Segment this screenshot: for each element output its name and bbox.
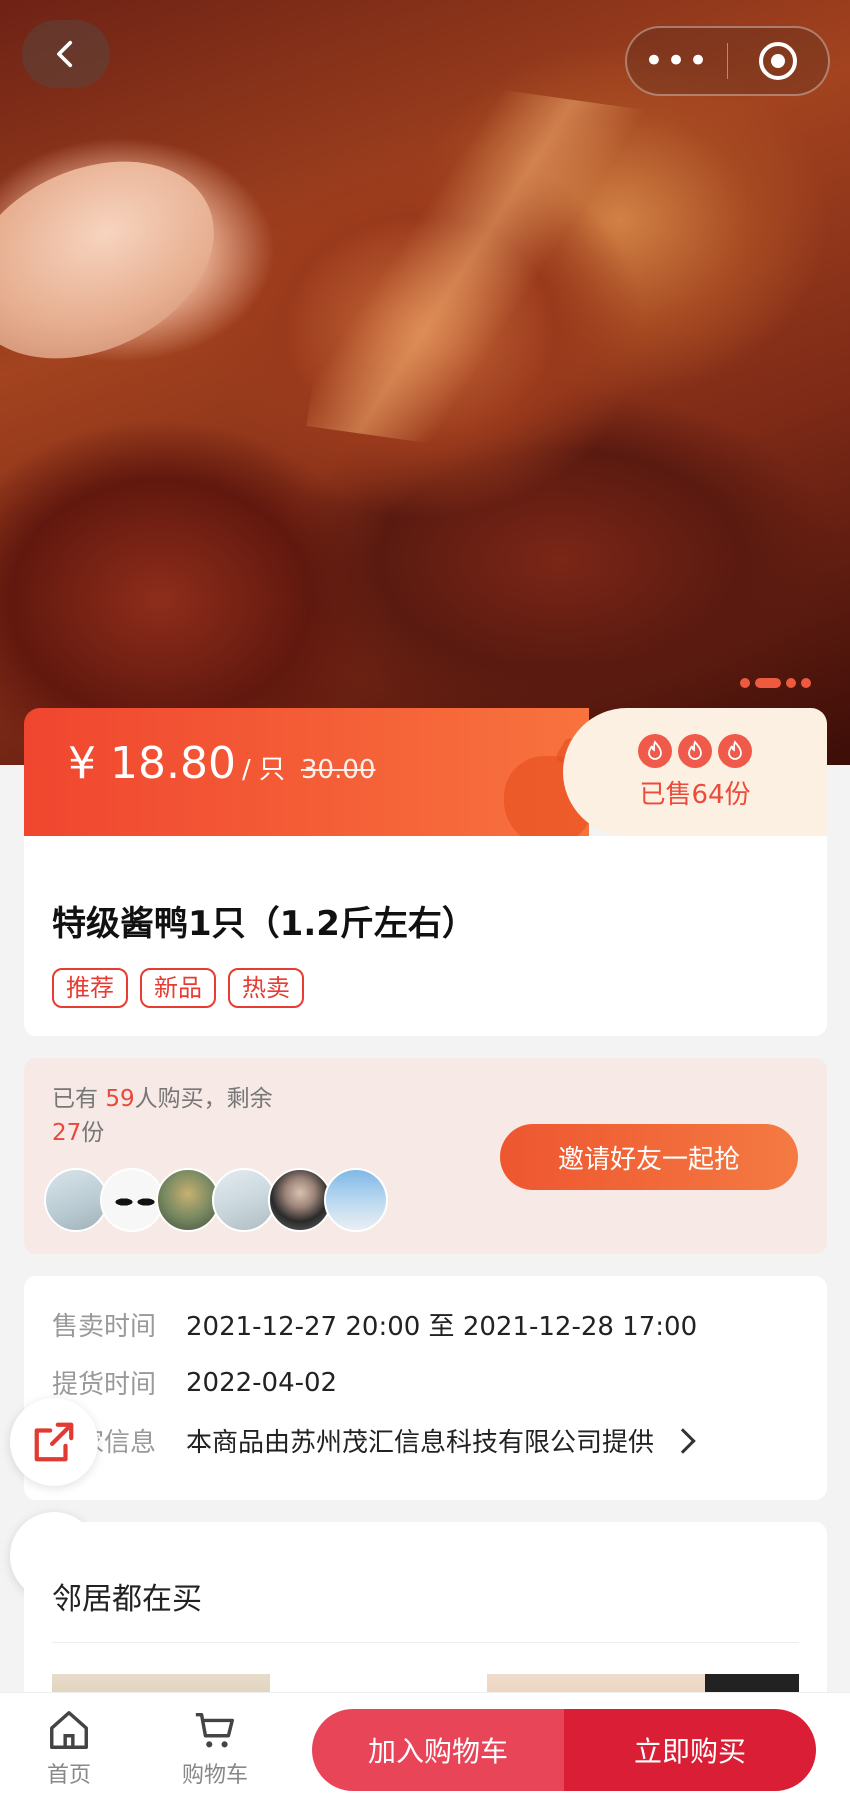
buyer-count: 59 bbox=[105, 1086, 135, 1112]
chevron-left-icon bbox=[57, 40, 73, 68]
merchant-value: 本商品由苏州茂汇信息科技有限公司提供 bbox=[186, 1428, 655, 1458]
carousel-indicator bbox=[740, 678, 811, 688]
bottom-action-bar: 首页 购物车 加入购物车 立即购买 bbox=[0, 1692, 850, 1804]
product-title: 特级酱鸭1只（1.2斤左右） bbox=[52, 904, 476, 944]
avatar bbox=[324, 1168, 388, 1232]
sale-time-row: 售卖时间 2021-12-27 20:00 至 2021-12-28 17:00 bbox=[52, 1306, 697, 1343]
purchase-suffix: 份 bbox=[81, 1120, 105, 1146]
tag-new: 新品 bbox=[140, 968, 216, 1008]
carousel-dot bbox=[740, 678, 750, 688]
product-hero-image[interactable] bbox=[0, 0, 850, 765]
remaining-count: 27 bbox=[52, 1120, 82, 1146]
current-price: ¥ 18.80 bbox=[68, 738, 236, 789]
close-program-button[interactable] bbox=[728, 42, 828, 80]
avatar bbox=[268, 1168, 332, 1232]
product-title-card: 特级酱鸭1只（1.2斤左右） 推荐 新品 热卖 bbox=[24, 836, 827, 1036]
avatar bbox=[156, 1168, 220, 1232]
original-price: 30.00 bbox=[300, 755, 376, 785]
home-icon bbox=[50, 1711, 88, 1749]
sold-count: 已售64份 bbox=[639, 779, 751, 810]
tab-cart-label: 购物车 bbox=[182, 1763, 249, 1788]
price-band: ¥ 18.80 / 只 30.00 已售64份 bbox=[24, 708, 827, 836]
product-tags: 推荐 新品 热卖 bbox=[52, 968, 304, 1008]
sale-time-label: 售卖时间 bbox=[52, 1312, 157, 1342]
price-unit: / 只 bbox=[241, 755, 285, 785]
chevron-right-icon bbox=[670, 1427, 696, 1454]
divider bbox=[52, 1642, 799, 1643]
sold-section: 已售64份 bbox=[563, 708, 827, 836]
flame-icon bbox=[718, 733, 752, 768]
avatar bbox=[44, 1168, 108, 1232]
purchase-middle: 人购买，剩余 bbox=[134, 1086, 273, 1112]
sale-time-value: 2021-12-27 20:00 至 2021-12-28 17:00 bbox=[186, 1312, 698, 1342]
pickup-time-row: 提货时间 2022-04-02 bbox=[52, 1364, 337, 1401]
mini-program-capsule: ••• bbox=[625, 26, 830, 96]
back-button[interactable] bbox=[22, 20, 110, 88]
tag-hot: 热卖 bbox=[228, 968, 304, 1008]
merchant-info-row[interactable]: 商家信息 本商品由苏州茂汇信息科技有限公司提供 bbox=[52, 1422, 696, 1459]
add-to-cart-button[interactable]: 加入购物车 bbox=[312, 1709, 564, 1791]
invite-friends-button[interactable]: 邀请好友一起抢 bbox=[500, 1124, 798, 1190]
share-icon bbox=[34, 1422, 74, 1462]
hot-flames bbox=[638, 733, 752, 768]
carousel-dot bbox=[786, 678, 796, 688]
purchase-status: 已有 59人购买，剩余 27份 bbox=[52, 1082, 332, 1150]
sale-info-card: 售卖时间 2021-12-27 20:00 至 2021-12-28 17:00… bbox=[24, 1276, 827, 1500]
more-dots-icon[interactable]: ••• bbox=[627, 44, 727, 78]
carousel-dot bbox=[801, 678, 811, 688]
hero-meat-fiber bbox=[306, 69, 674, 471]
tag-recommend: 推荐 bbox=[52, 968, 128, 1008]
purchase-prefix: 已有 bbox=[52, 1086, 106, 1112]
group-buy-card: 已有 59人购买，剩余 27份 邀请好友一起抢 bbox=[24, 1058, 827, 1254]
buy-now-button[interactable]: 立即购买 bbox=[564, 1709, 816, 1791]
avatar bbox=[100, 1168, 164, 1232]
tab-home-label: 首页 bbox=[46, 1763, 91, 1788]
share-button[interactable] bbox=[10, 1398, 98, 1486]
neighbors-title: 邻居都在买 bbox=[52, 1582, 202, 1617]
price-section: ¥ 18.80 / 只 30.00 bbox=[24, 708, 594, 836]
flame-icon bbox=[678, 733, 712, 768]
hero-hand bbox=[0, 123, 246, 397]
pickup-time-value: 2022-04-02 bbox=[186, 1367, 338, 1398]
avatar bbox=[212, 1168, 276, 1232]
flame-icon bbox=[638, 733, 672, 768]
buyer-avatars bbox=[44, 1168, 388, 1232]
tab-home[interactable]: 首页 bbox=[46, 1707, 92, 1789]
tab-cart[interactable]: 购物车 bbox=[182, 1707, 248, 1789]
pickup-time-label: 提货时间 bbox=[52, 1370, 157, 1400]
target-circle-icon bbox=[759, 42, 797, 80]
carousel-dot-active bbox=[755, 678, 781, 688]
cart-icon bbox=[195, 1712, 234, 1748]
